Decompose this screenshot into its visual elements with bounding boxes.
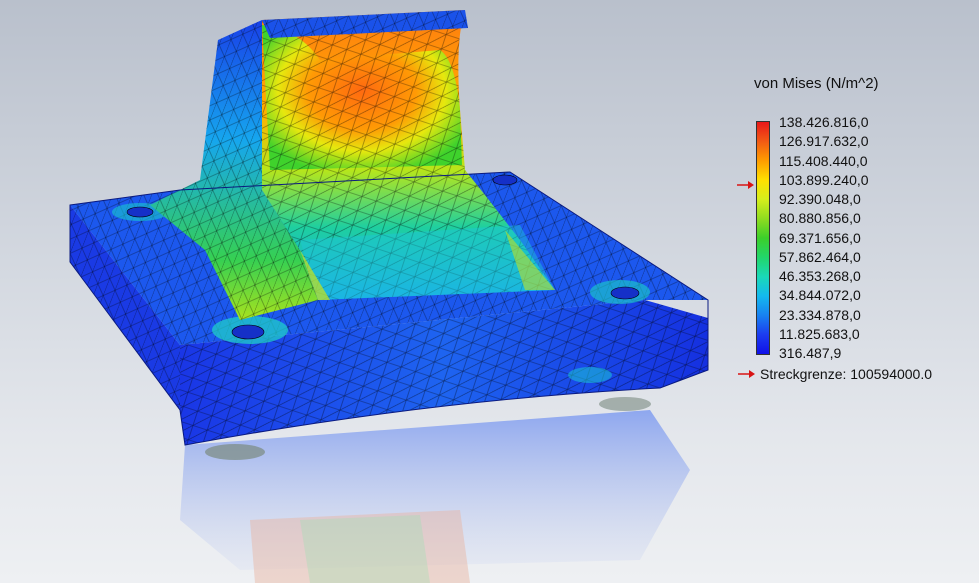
bolt-hole <box>231 324 265 340</box>
bolt-hole <box>126 206 154 218</box>
legend-value-label: 103.899.240,0 <box>779 171 869 188</box>
legend-value-label: 57.862.464,0 <box>779 248 861 265</box>
yield-marker-arrow-icon <box>737 181 754 189</box>
legend-value-label: 34.844.072,0 <box>779 287 861 304</box>
legend-color-bar <box>756 121 770 355</box>
legend-value-label: 126.917.632,0 <box>779 133 869 150</box>
yield-strength-label: Streckgrenze: 100594000.0 <box>760 366 933 382</box>
bolt-hole <box>492 174 518 186</box>
legend-value-label: 92.390.048,0 <box>779 191 861 207</box>
legend-value-label: 46.353.268,0 <box>779 268 861 284</box>
bolt-hole <box>610 286 640 300</box>
yield-label-arrow-icon <box>738 370 755 378</box>
legend-value-label: 23.334.878,0 <box>779 306 861 323</box>
legend-value-label: 316.487,9 <box>779 345 842 361</box>
legend-value-label: 138.426.816,0 <box>779 114 869 130</box>
model-reflection <box>180 410 690 583</box>
legend-value-label: 80.880.856,0 <box>779 210 861 227</box>
legend-value-label: 69.371.656,0 <box>779 229 861 246</box>
legend-title: von Mises (N/m^2) <box>754 75 879 92</box>
legend-value-label: 11.825.683,0 <box>779 325 860 342</box>
legend-value-label: 115.408.440,0 <box>779 152 868 169</box>
